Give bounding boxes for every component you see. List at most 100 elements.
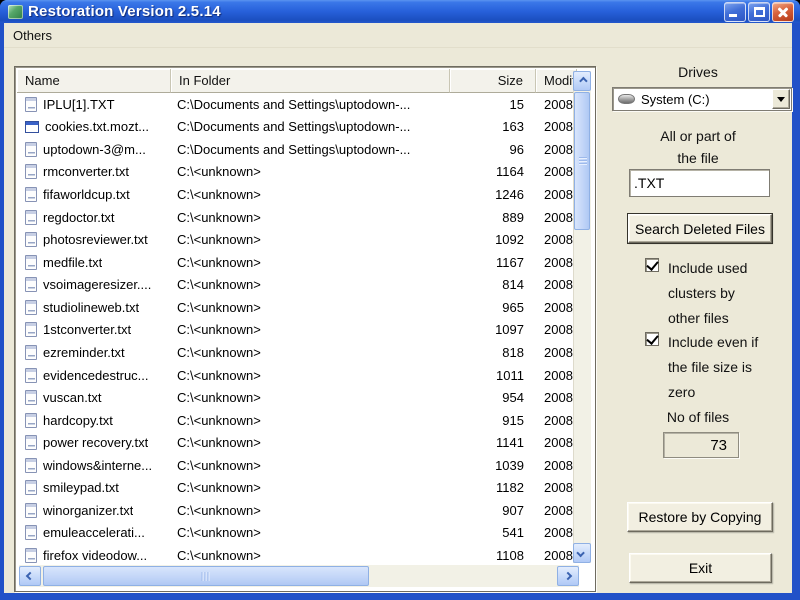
file-size: 1141 — [496, 435, 524, 451]
search-deleted-files-button[interactable]: Search Deleted Files — [627, 213, 773, 244]
vertical-scrollbar[interactable] — [573, 71, 591, 563]
drives-label: Drives — [678, 64, 718, 80]
file-name: evidencedestruc... — [43, 367, 149, 383]
window-title: Restoration Version 2.5.14 — [28, 3, 221, 20]
column-header-size[interactable]: Size — [450, 69, 536, 93]
file-filter-label-line2: the file — [677, 150, 719, 166]
minimize-button[interactable] — [724, 1, 746, 22]
file-row[interactable]: evidencedestruc... C:\<unknown> 1011 200… — [17, 364, 577, 387]
file-folder: C:\<unknown> — [177, 187, 261, 203]
restore-by-copying-button[interactable]: Restore by Copying — [627, 502, 773, 532]
file-row[interactable]: fifaworldcup.txt C:\<unknown> 1246 2008 — [17, 183, 577, 206]
file-icon — [25, 277, 37, 293]
include-used-clusters-option: Include used clusters by other files — [645, 256, 747, 331]
file-row[interactable]: photosreviewer.txt C:\<unknown> 1092 200… — [17, 228, 577, 251]
file-icon — [25, 457, 37, 473]
file-name: uptodown-3@m... — [43, 141, 146, 157]
file-modified: 2008 — [544, 96, 573, 112]
drive-dropdown-button[interactable] — [772, 89, 790, 109]
include-zero-size-checkbox[interactable] — [645, 332, 659, 346]
file-icon — [25, 548, 37, 564]
file-folder: C:\<unknown> — [177, 390, 261, 406]
file-icon — [25, 232, 37, 248]
file-size: 96 — [509, 141, 524, 157]
column-header-folder[interactable]: In Folder — [171, 69, 450, 93]
file-icon — [25, 480, 37, 496]
file-row[interactable]: vuscan.txt C:\<unknown> 954 2008 — [17, 386, 577, 409]
file-size: 814 — [502, 277, 524, 293]
file-modified: 2008 — [544, 299, 573, 315]
file-folder: C:\Documents and Settings\uptodown-... — [177, 119, 411, 135]
file-icon — [25, 322, 37, 338]
file-row[interactable]: regdoctor.txt C:\<unknown> 889 2008 — [17, 206, 577, 229]
column-header-modified[interactable]: Modified — [536, 69, 577, 93]
file-size: 1108 — [496, 548, 524, 564]
scroll-up-button[interactable] — [573, 71, 591, 91]
file-row[interactable]: power recovery.txt C:\<unknown> 1141 200… — [17, 431, 577, 454]
file-row[interactable]: rmconverter.txt C:\<unknown> 1164 2008 — [17, 161, 577, 184]
file-filter-input[interactable] — [629, 169, 770, 197]
dropdown-arrow-icon — [777, 96, 785, 102]
file-modified: 2008 — [544, 119, 573, 135]
file-row[interactable]: studiolineweb.txt C:\<unknown> 965 2008 — [17, 296, 577, 319]
close-button[interactable] — [772, 1, 794, 22]
file-row[interactable]: IPLU[1].TXT C:\Documents and Settings\up… — [17, 93, 577, 116]
scroll-left-button[interactable] — [19, 566, 41, 586]
file-size: 1039 — [495, 457, 524, 473]
file-folder: C:\Documents and Settings\uptodown-... — [177, 141, 411, 157]
file-row[interactable]: ezreminder.txt C:\<unknown> 818 2008 — [17, 341, 577, 364]
file-row[interactable]: windows&interne... C:\<unknown> 1039 200… — [17, 454, 577, 477]
file-row[interactable]: cookies.txt.mozt... C:\Documents and Set… — [17, 116, 577, 139]
file-name: 1stconverter.txt — [43, 322, 132, 338]
minimize-icon — [729, 13, 737, 17]
file-folder: C:\<unknown> — [177, 232, 261, 248]
file-row[interactable]: uptodown-3@m... C:\Documents and Setting… — [17, 138, 577, 161]
chevron-left-icon — [25, 571, 35, 581]
file-row[interactable]: hardcopy.txt C:\<unknown> 915 2008 — [17, 409, 577, 432]
file-row[interactable]: firefox videodow... C:\<unknown> 1108 20… — [17, 544, 577, 565]
file-name: vuscan.txt — [43, 390, 102, 406]
file-icon — [25, 120, 39, 133]
file-name: hardcopy.txt — [43, 412, 113, 428]
file-icon — [25, 435, 37, 451]
scroll-right-button[interactable] — [557, 566, 579, 586]
file-modified: 2008 — [544, 277, 573, 293]
file-row[interactable]: winorganizer.txt C:\<unknown> 907 2008 — [17, 499, 577, 522]
file-row[interactable]: smileypad.txt C:\<unknown> 1182 2008 — [17, 477, 577, 500]
column-header-name[interactable]: Name — [17, 69, 171, 93]
file-folder: C:\Documents and Settings\uptodown-... — [177, 96, 411, 112]
file-modified: 2008 — [544, 141, 573, 157]
file-name: rmconverter.txt — [43, 164, 129, 180]
menu-item-others[interactable]: Others — [4, 26, 61, 45]
horizontal-scroll-thumb[interactable] — [43, 566, 369, 586]
maximize-icon — [754, 6, 765, 17]
exit-button[interactable]: Exit — [629, 553, 772, 583]
file-row[interactable]: 1stconverter.txt C:\<unknown> 1097 2008 — [17, 319, 577, 342]
file-folder: C:\<unknown> — [177, 435, 261, 451]
window-controls — [724, 1, 794, 22]
titlebar[interactable]: Restoration Version 2.5.14 — [0, 0, 800, 23]
file-folder: C:\<unknown> — [177, 525, 261, 541]
scroll-down-button[interactable] — [573, 543, 591, 563]
file-folder: C:\<unknown> — [177, 480, 261, 496]
file-icon — [25, 412, 37, 428]
file-size: 15 — [509, 96, 524, 112]
maximize-button[interactable] — [748, 1, 770, 22]
file-folder: C:\<unknown> — [177, 367, 261, 383]
file-modified: 2008 — [544, 502, 573, 518]
vertical-scroll-thumb[interactable] — [574, 92, 590, 230]
file-row[interactable]: emuleaccelerati... C:\<unknown> 541 2008 — [17, 522, 577, 545]
file-row[interactable]: vsoimageresizer.... C:\<unknown> 814 200… — [17, 274, 577, 297]
drive-select[interactable]: System (C:) — [612, 87, 792, 111]
include-used-clusters-checkbox[interactable] — [645, 258, 659, 272]
file-name: regdoctor.txt — [43, 209, 115, 225]
file-size: 1092 — [495, 232, 524, 248]
file-row[interactable]: medfile.txt C:\<unknown> 1167 2008 — [17, 251, 577, 274]
file-modified: 2008 — [544, 187, 573, 203]
file-size: 163 — [502, 119, 524, 135]
file-name: firefox videodow... — [43, 548, 148, 564]
horizontal-scrollbar[interactable] — [19, 565, 579, 587]
file-modified: 2008 — [544, 164, 573, 180]
file-size: 1011 — [496, 367, 524, 383]
file-size: 915 — [502, 412, 524, 428]
